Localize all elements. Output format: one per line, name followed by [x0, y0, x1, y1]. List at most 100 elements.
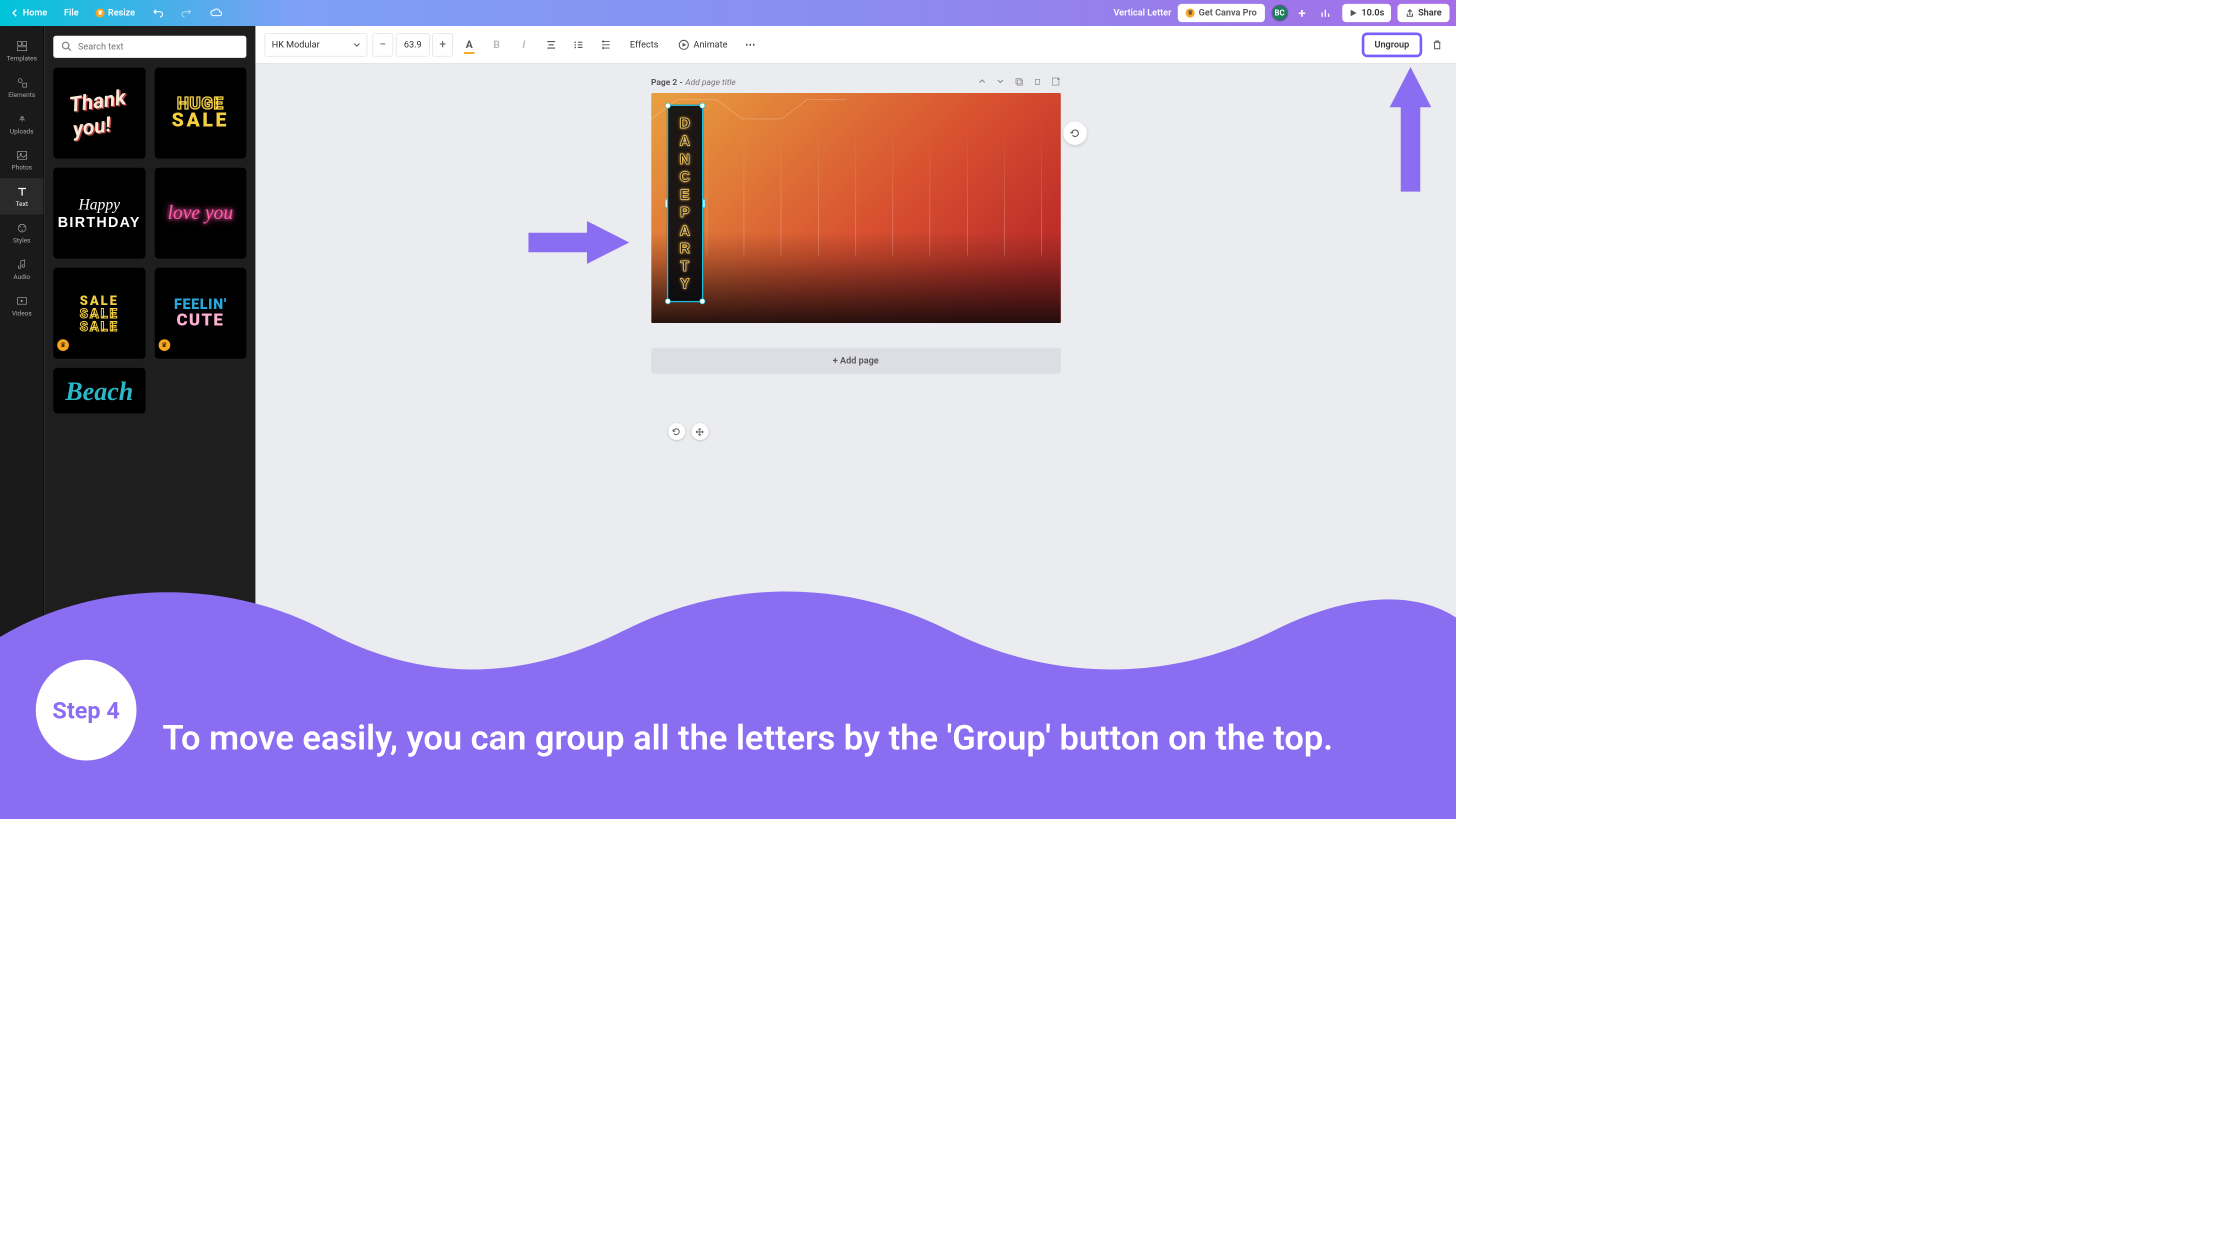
undo-button[interactable]: [148, 5, 168, 22]
resize-handle-ml[interactable]: [665, 199, 668, 208]
get-pro-button[interactable]: ♛ Get Canva Pro: [1178, 4, 1265, 22]
vletter: P: [680, 203, 690, 221]
chevron-down-icon: [995, 77, 1004, 86]
design-name[interactable]: Vertical Letter: [1113, 8, 1171, 18]
tutorial-wave: [0, 572, 1456, 819]
text-template-beach[interactable]: Beach: [53, 368, 145, 414]
vletter: C: [680, 168, 690, 186]
add-member-button[interactable]: +: [1294, 3, 1309, 24]
resize-handle-tr[interactable]: [699, 103, 705, 109]
animate-button[interactable]: Animate: [671, 39, 734, 51]
more-button[interactable]: ⋯: [739, 33, 761, 56]
cloud-icon: [209, 7, 222, 19]
vletter: A: [680, 221, 690, 239]
insights-button[interactable]: [1316, 5, 1336, 22]
text-template-sale[interactable]: SALESALESALE♛: [53, 268, 145, 359]
text-template-birthday[interactable]: HappyBIRTHDAY: [53, 168, 145, 259]
page-collapse-up[interactable]: [977, 77, 986, 89]
page-title-input[interactable]: [685, 78, 792, 88]
present-button[interactable]: 10.0s: [1342, 4, 1391, 22]
nav-elements[interactable]: Elements: [0, 69, 44, 105]
crown-icon: ♛: [57, 339, 69, 351]
italic-button[interactable]: I: [513, 33, 535, 56]
vletter: R: [680, 239, 690, 257]
share-icon: [1405, 8, 1414, 17]
file-button[interactable]: File: [60, 5, 82, 21]
text-color-button[interactable]: A: [458, 33, 480, 56]
regenerate-button[interactable]: [1063, 122, 1086, 145]
vletter: Y: [680, 275, 690, 293]
tutorial-step-badge: Step 4: [36, 660, 137, 761]
copy-icon: [1014, 77, 1024, 87]
align-button[interactable]: [540, 33, 562, 56]
font-size-increase[interactable]: +: [432, 33, 453, 56]
text-template-feelin-cute[interactable]: FEELIN'CUTE♛: [154, 268, 246, 359]
bold-button[interactable]: B: [486, 33, 508, 56]
nav-templates[interactable]: Templates: [0, 33, 44, 69]
font-select[interactable]: HK Modular: [265, 33, 368, 56]
nav-text[interactable]: Text: [0, 178, 44, 214]
nav-videos[interactable]: Videos: [0, 287, 44, 323]
font-size-decrease[interactable]: −: [372, 33, 393, 56]
resize-handle-tl[interactable]: [665, 103, 671, 109]
styles-icon: [15, 222, 28, 235]
delete-page-button[interactable]: [1033, 77, 1042, 89]
font-size-value[interactable]: 63.9: [396, 33, 430, 56]
crown-icon: ♛: [158, 339, 170, 351]
add-page-inline-button[interactable]: [1051, 77, 1061, 89]
vletter: D: [680, 114, 690, 132]
page-collapse-down[interactable]: [995, 77, 1004, 89]
videos-icon: [15, 294, 28, 307]
text-template-huge-sale[interactable]: HUGESALE: [154, 68, 246, 159]
redo-icon: [181, 7, 193, 19]
delete-button[interactable]: [1427, 35, 1447, 55]
photos-icon: [15, 149, 28, 162]
move-handle[interactable]: [691, 423, 708, 440]
nav-styles[interactable]: Styles: [0, 214, 44, 250]
effects-button[interactable]: Effects: [622, 33, 666, 56]
crown-icon: ♛: [1186, 8, 1195, 17]
tutorial-arrow-up: [1385, 62, 1437, 192]
redo-button[interactable]: [177, 5, 197, 22]
rotate-handle[interactable]: [668, 423, 685, 440]
audio-icon: [15, 258, 28, 271]
resize-handle-mr[interactable]: [702, 199, 705, 208]
nav-audio[interactable]: Audio: [0, 251, 44, 287]
add-page-icon: [1051, 77, 1061, 87]
resize-button[interactable]: ♛ Resize: [92, 5, 139, 21]
page-label: Page 2 -: [651, 78, 683, 88]
add-page-button[interactable]: + Add page: [651, 348, 1061, 374]
share-button[interactable]: Share: [1397, 4, 1449, 22]
refresh-icon: [1069, 127, 1081, 139]
cloud-status-button[interactable]: [205, 5, 226, 22]
text-template-thank-you[interactable]: Thankyou!: [53, 68, 145, 159]
resize-handle-bl[interactable]: [665, 298, 671, 304]
nav-uploads[interactable]: Uploads: [0, 105, 44, 141]
ungroup-button[interactable]: Ungroup: [1361, 32, 1422, 57]
nav-photos[interactable]: Photos: [0, 142, 44, 178]
search-input[interactable]: [78, 42, 239, 52]
undo-icon: [152, 7, 164, 19]
list-button[interactable]: [567, 33, 589, 56]
home-button[interactable]: Home: [7, 5, 52, 21]
spacing-button[interactable]: [595, 33, 617, 56]
trash-icon: [1431, 39, 1443, 51]
search-icon: [61, 41, 73, 53]
list-icon: [573, 39, 585, 51]
text-icon: [15, 185, 28, 198]
selected-element[interactable]: D A N C E P A R T Y: [667, 105, 703, 303]
rotate-icon: [672, 427, 680, 435]
chevron-up-icon: [977, 77, 986, 86]
home-label: Home: [23, 8, 47, 18]
search-box[interactable]: [53, 36, 246, 58]
elements-icon: [15, 76, 28, 89]
canvas-page[interactable]: D A N C E P A R T Y: [651, 93, 1061, 323]
text-template-love-you[interactable]: love you: [154, 168, 246, 259]
avatar[interactable]: BC: [1271, 5, 1288, 22]
vletter: N: [680, 150, 690, 168]
move-icon: [696, 427, 704, 435]
vletter: T: [680, 257, 689, 275]
text-toolbar: HK Modular − 63.9 + A B I Effects Animat…: [255, 26, 1456, 64]
resize-handle-br[interactable]: [699, 298, 705, 304]
duplicate-page-button[interactable]: [1014, 77, 1024, 89]
